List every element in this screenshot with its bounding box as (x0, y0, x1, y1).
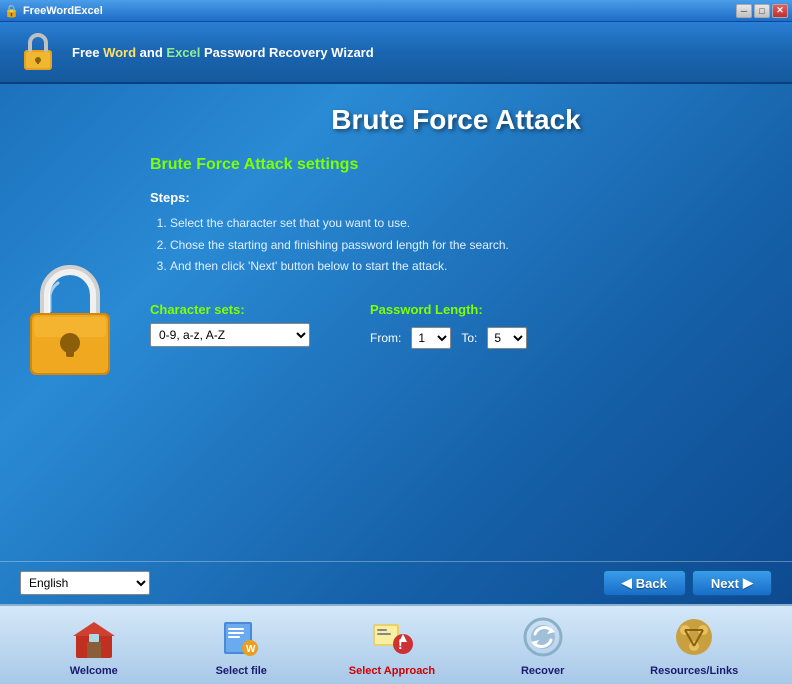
main-window: Free Word and Excel Password Recovery Wi… (0, 22, 792, 604)
title-bar: 🔒 FreeWordExcel ─ □ ✕ (0, 0, 792, 22)
to-select[interactable]: 1 2 3 4 5 6 7 8 (487, 327, 527, 349)
back-button[interactable]: ◀ Back (603, 570, 686, 596)
taskbar-resources-label: Resources/Links (650, 665, 738, 677)
from-label: From: (370, 331, 401, 345)
app-icon: 🔒 (4, 4, 19, 18)
char-set-select[interactable]: 0-9, a-z, A-Z 0-9 a-z A-Z a-z, A-Z All p… (150, 323, 310, 347)
password-length-section: Password Length: From: 1 2 3 4 5 To: 1 (370, 302, 527, 349)
taskbar-select-file-label: Select file (216, 665, 267, 677)
header-title: Free Word and Excel Password Recovery Wi… (72, 45, 374, 60)
char-set-label: Character sets: (150, 302, 310, 317)
header: Free Word and Excel Password Recovery Wi… (0, 22, 792, 84)
header-and: and (136, 45, 166, 60)
taskbar-item-resources[interactable]: Resources/Links (650, 613, 738, 677)
next-chevron-icon: ▶ (743, 575, 753, 591)
step-3: And then click 'Next' button below to st… (170, 256, 762, 278)
header-free: Free (72, 45, 103, 60)
back-chevron-icon: ◀ (622, 575, 632, 591)
content-area: Brute Force Attack Brute Force Attack se… (0, 84, 792, 561)
select-approach-icon: ! (368, 613, 416, 661)
header-lock-icon (16, 30, 60, 74)
select-file-icon: W (217, 613, 265, 661)
from-select[interactable]: 1 2 3 4 5 (411, 327, 451, 349)
title-bar-text: FreeWordExcel (23, 5, 103, 17)
taskbar-item-recover[interactable]: Recover (503, 613, 583, 677)
char-set-section: Character sets: 0-9, a-z, A-Z 0-9 a-z A-… (150, 302, 310, 347)
header-excel: Excel (166, 45, 200, 60)
page-title: Brute Force Attack (150, 104, 762, 136)
section-title: Brute Force Attack settings (150, 156, 762, 174)
svg-text:W: W (246, 644, 256, 655)
maximize-button[interactable]: □ (754, 4, 770, 18)
recover-icon (519, 613, 567, 661)
nav-buttons: ◀ Back Next ▶ (603, 570, 772, 596)
next-button[interactable]: Next ▶ (692, 570, 772, 596)
header-word: Word (103, 45, 136, 60)
taskbar-item-select-approach[interactable]: ! Select Approach (349, 613, 435, 677)
language-select[interactable]: English French German Spanish (20, 571, 150, 595)
steps-list: Select the character set that you want t… (150, 213, 762, 278)
taskbar-welcome-label: Welcome (70, 665, 118, 677)
steps-label: Steps: (150, 190, 762, 205)
welcome-icon (70, 613, 118, 661)
taskbar-recover-label: Recover (521, 665, 564, 677)
right-panel: Brute Force Attack Brute Force Attack se… (140, 84, 792, 561)
bottom-area: English French German Spanish ◀ Back Nex… (0, 561, 792, 604)
resources-icon (670, 613, 718, 661)
password-length-label: Password Length: (370, 302, 527, 317)
step-2: Chose the starting and finishing passwor… (170, 235, 762, 257)
taskbar-item-welcome[interactable]: Welcome (54, 613, 134, 677)
step-1: Select the character set that you want t… (170, 213, 762, 235)
settings-row: Character sets: 0-9, a-z, A-Z 0-9 a-z A-… (150, 302, 762, 349)
close-button[interactable]: ✕ (772, 4, 788, 18)
to-label: To: (461, 331, 477, 345)
taskbar: Welcome W Select file ! (0, 604, 792, 684)
title-bar-left: 🔒 FreeWordExcel (4, 4, 103, 18)
taskbar-item-select-file[interactable]: W Select file (201, 613, 281, 677)
from-to-row: From: 1 2 3 4 5 To: 1 2 3 (370, 327, 527, 349)
header-suffix: Password Recovery Wizard (200, 45, 373, 60)
next-label: Next (711, 576, 739, 591)
title-bar-buttons: ─ □ ✕ (736, 4, 788, 18)
big-lock-icon (20, 265, 120, 380)
lang-select-wrapper: English French German Spanish (20, 571, 150, 595)
back-label: Back (636, 576, 667, 591)
taskbar-select-approach-label: Select Approach (349, 665, 435, 677)
left-panel (0, 84, 140, 561)
minimize-button[interactable]: ─ (736, 4, 752, 18)
